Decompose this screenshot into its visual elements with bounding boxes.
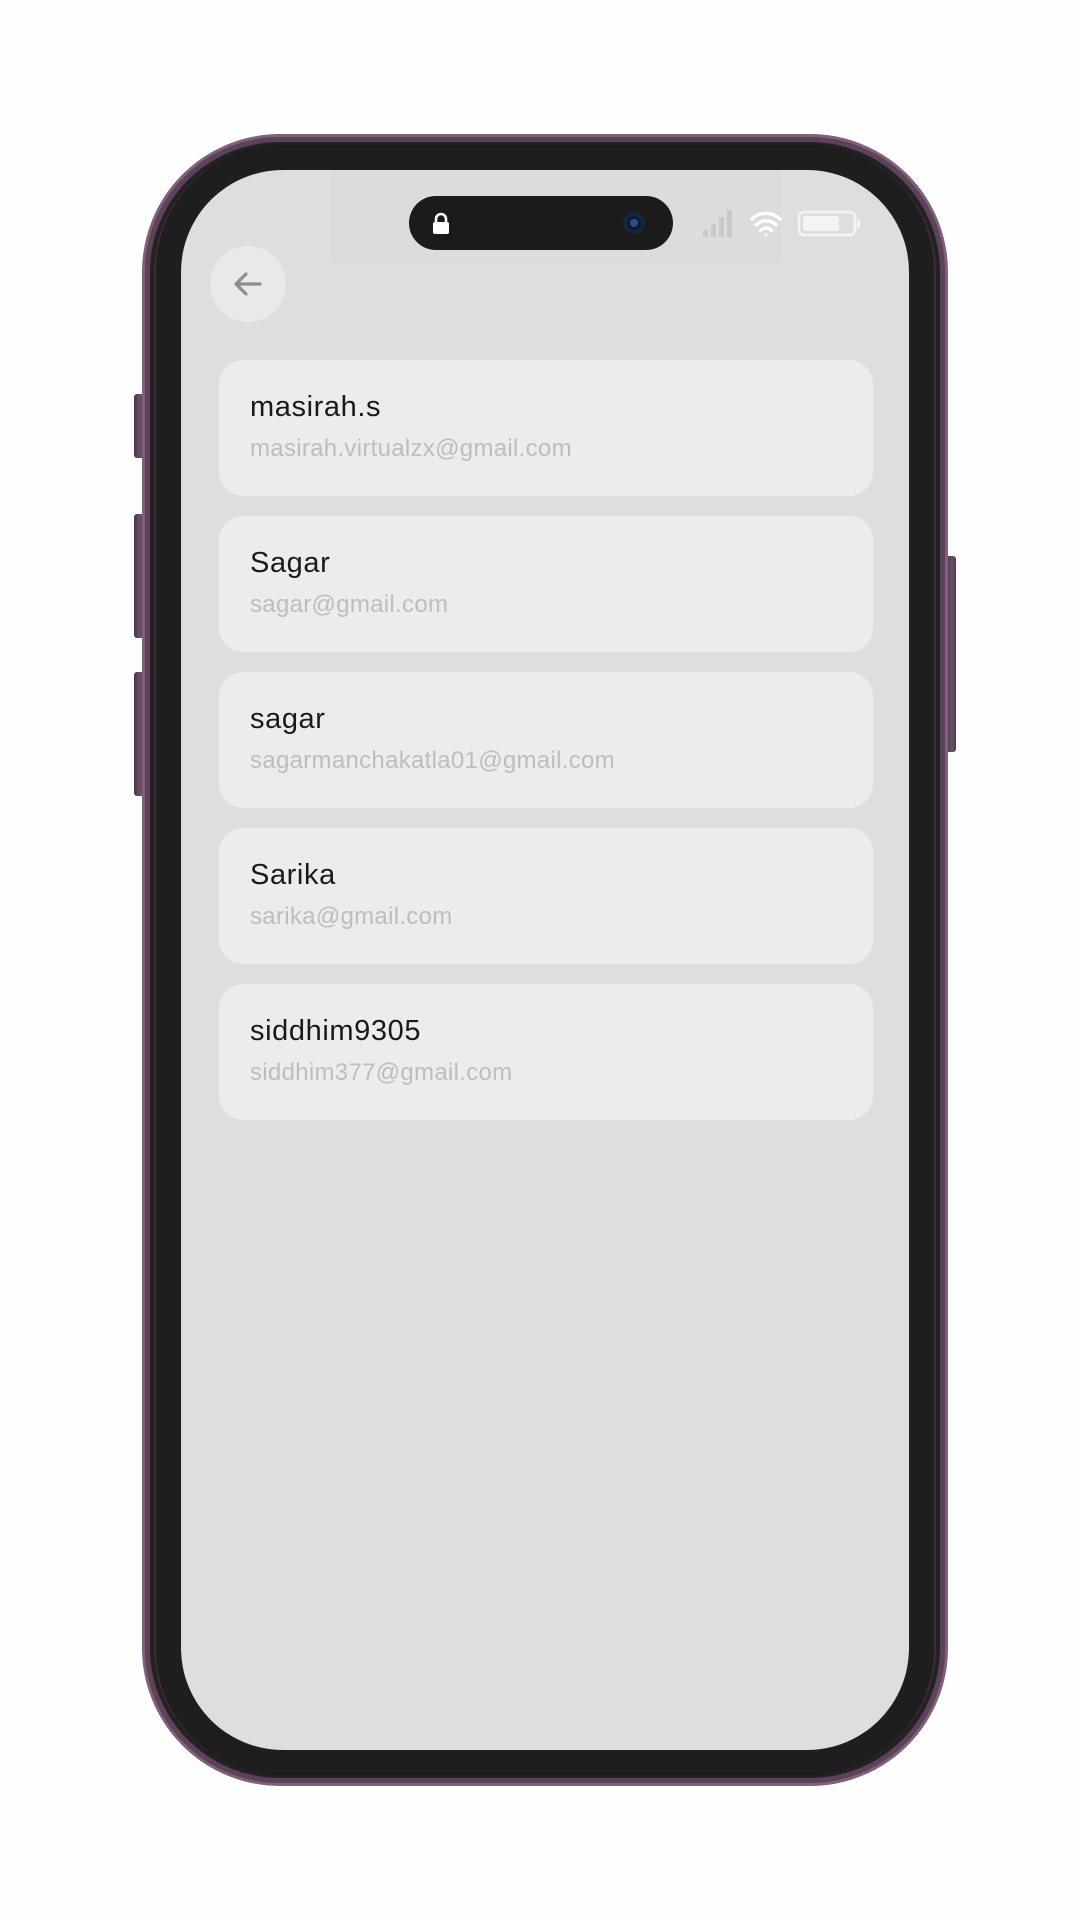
list-item[interactable]: sagar sagarmanchakatla01@gmail.com bbox=[219, 672, 873, 808]
battery-icon bbox=[797, 210, 860, 237]
user-name: sagar bbox=[250, 703, 326, 735]
arrow-left-icon bbox=[234, 272, 262, 296]
user-email: sarika@gmail.com bbox=[250, 903, 453, 930]
user-name: Sagar bbox=[250, 547, 331, 579]
app-screen: masirah.s masirah.virtualzx@gmail.com Sa… bbox=[181, 170, 909, 1750]
user-name: masirah.s bbox=[250, 391, 382, 423]
camera-icon bbox=[623, 212, 645, 234]
list-item[interactable]: masirah.s masirah.virtualzx@gmail.com bbox=[219, 360, 873, 496]
user-name: Sarika bbox=[250, 859, 336, 891]
user-name: siddhim9305 bbox=[250, 1015, 422, 1047]
list-item[interactable]: Sarika sarika@gmail.com bbox=[219, 828, 873, 964]
user-email: siddhim377@gmail.com bbox=[250, 1059, 513, 1086]
user-list: masirah.s masirah.virtualzx@gmail.com Sa… bbox=[219, 360, 873, 1140]
back-button[interactable] bbox=[210, 246, 286, 322]
signal-icon bbox=[703, 210, 732, 237]
list-item[interactable]: siddhim9305 siddhim377@gmail.com bbox=[219, 984, 873, 1120]
user-email: sagar@gmail.com bbox=[250, 591, 449, 618]
user-email: sagarmanchakatla01@gmail.com bbox=[250, 747, 615, 774]
device-mockup: masirah.s masirah.virtualzx@gmail.com Sa… bbox=[0, 0, 1080, 1920]
list-item[interactable]: Sagar sagar@gmail.com bbox=[219, 516, 873, 652]
dynamic-island bbox=[409, 196, 673, 250]
status-icons bbox=[703, 210, 860, 237]
lock-icon bbox=[433, 212, 449, 234]
wifi-icon bbox=[750, 211, 782, 237]
user-email: masirah.virtualzx@gmail.com bbox=[250, 435, 572, 462]
